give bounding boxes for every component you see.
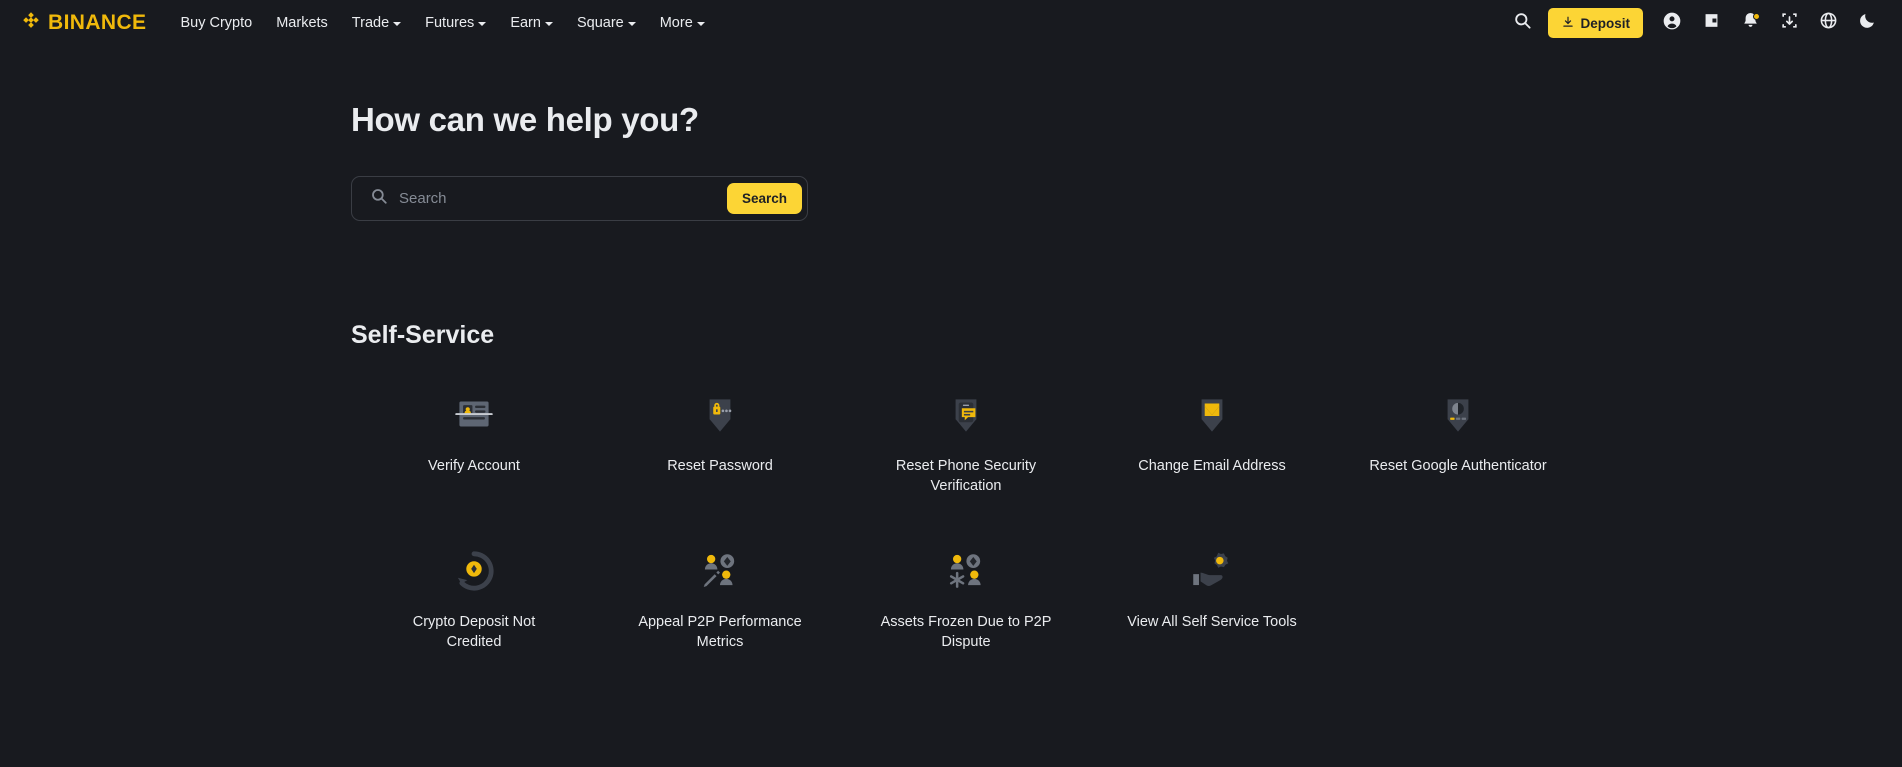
hand-gear-icon: [1185, 544, 1239, 598]
wallet-icon: [1702, 11, 1721, 35]
search-input[interactable]: [399, 190, 727, 207]
top-navigation-bar: BINANCE Buy Crypto Markets Trade Futures…: [0, 0, 1902, 46]
language-button[interactable]: [1811, 6, 1845, 40]
deposit-button[interactable]: Deposit: [1548, 8, 1643, 38]
tile-label: Reset Password: [667, 458, 773, 474]
main-nav: Buy Crypto Markets Trade Futures Earn Sq…: [168, 9, 716, 37]
tile-change-email-address[interactable]: Change Email Address: [1089, 388, 1335, 496]
nav-label: Markets: [276, 15, 328, 31]
help-search-bar[interactable]: Search: [351, 176, 808, 221]
shield-lock-icon: [693, 388, 747, 442]
search-icon: [1513, 11, 1532, 35]
download-app-icon: [1780, 11, 1799, 35]
nav-label: More: [659, 15, 693, 31]
main-content: How can we help you? Search Self-Service: [0, 101, 1902, 652]
chevron-down-icon: [478, 22, 487, 26]
tile-reset-google-authenticator[interactable]: Reset Google Authenticator: [1335, 388, 1581, 496]
notifications-button[interactable]: [1733, 6, 1767, 40]
nav-label: Trade: [351, 15, 390, 31]
tile-label: Change Email Address: [1138, 458, 1286, 474]
nav-item-more[interactable]: More: [648, 9, 717, 37]
tile-view-all-self-service-tools[interactable]: View All Self Service Tools: [1089, 544, 1335, 652]
nav-label: Futures: [425, 15, 475, 31]
tile-label: View All Self Service Tools: [1127, 614, 1297, 630]
tile-label: Reset Google Authenticator: [1369, 458, 1547, 474]
nav-item-buy-crypto[interactable]: Buy Crypto: [168, 9, 264, 37]
notification-badge-dot: [1753, 13, 1760, 20]
refresh-coin-icon: [447, 544, 501, 598]
nav-label: Buy Crypto: [180, 15, 253, 31]
tile-crypto-deposit-not-credited[interactable]: Crypto Deposit Not Credited: [351, 544, 597, 652]
tile-reset-phone-security-verification[interactable]: Reset Phone Security Verification: [843, 388, 1089, 496]
tile-verify-account[interactable]: Verify Account: [351, 388, 597, 496]
section-title-self-service: Self-Service: [351, 321, 495, 349]
user-profile-button[interactable]: [1655, 6, 1689, 40]
page-title: How can we help you?: [351, 101, 699, 138]
tile-assets-frozen-p2p-dispute[interactable]: Assets Frozen Due to P2P Dispute: [843, 544, 1089, 652]
chevron-down-icon: [696, 22, 705, 26]
user-profile-icon: [1662, 11, 1682, 36]
search-submit-button[interactable]: Search: [726, 183, 802, 214]
language-globe-icon: [1819, 11, 1838, 35]
dark-mode-moon-icon: [1858, 11, 1877, 35]
deposit-button-label: Deposit: [1580, 15, 1630, 31]
binance-logo[interactable]: BINANCE: [20, 10, 146, 37]
search-icon: [370, 187, 388, 210]
header-search-button[interactable]: [1505, 6, 1539, 40]
chevron-down-icon: [544, 22, 553, 26]
dark-mode-toggle[interactable]: [1850, 6, 1884, 40]
nav-item-markets[interactable]: Markets: [264, 9, 340, 37]
tile-appeal-p2p-performance-metrics[interactable]: Appeal P2P Performance Metrics: [597, 544, 843, 652]
header-actions: Deposit: [1505, 6, 1884, 40]
tile-label: Assets Frozen Due to P2P Dispute: [880, 614, 1052, 650]
shield-phone-message-icon: [939, 388, 993, 442]
tile-label: Appeal P2P Performance Metrics: [638, 614, 802, 650]
tile-label: Reset Phone Security Verification: [895, 458, 1037, 494]
download-app-button[interactable]: [1772, 6, 1806, 40]
nav-item-square[interactable]: Square: [565, 9, 648, 37]
self-service-grid: Verify Account Reset Password Reset Phon…: [351, 388, 1902, 652]
nav-label: Earn: [510, 15, 541, 31]
people-pencil-icon: [693, 544, 747, 598]
shield-authenticator-icon: [1431, 388, 1485, 442]
binance-wordmark: BINANCE: [48, 11, 147, 34]
nav-item-futures[interactable]: Futures: [413, 9, 498, 37]
nav-label: Square: [576, 15, 624, 31]
people-snowflake-icon: [939, 544, 993, 598]
chevron-down-icon: [393, 22, 402, 26]
binance-diamond-logo-icon: [20, 10, 42, 37]
tile-reset-password[interactable]: Reset Password: [597, 388, 843, 496]
nav-item-earn[interactable]: Earn: [498, 9, 565, 37]
download-icon: [1561, 15, 1575, 32]
tile-label: Crypto Deposit Not Credited: [412, 614, 536, 650]
shield-envelope-icon: [1185, 388, 1239, 442]
chevron-down-icon: [627, 22, 636, 26]
id-card-verify-icon: [447, 388, 501, 442]
nav-item-trade[interactable]: Trade: [340, 9, 413, 37]
tile-label: Verify Account: [428, 458, 520, 474]
wallet-button[interactable]: [1694, 6, 1728, 40]
